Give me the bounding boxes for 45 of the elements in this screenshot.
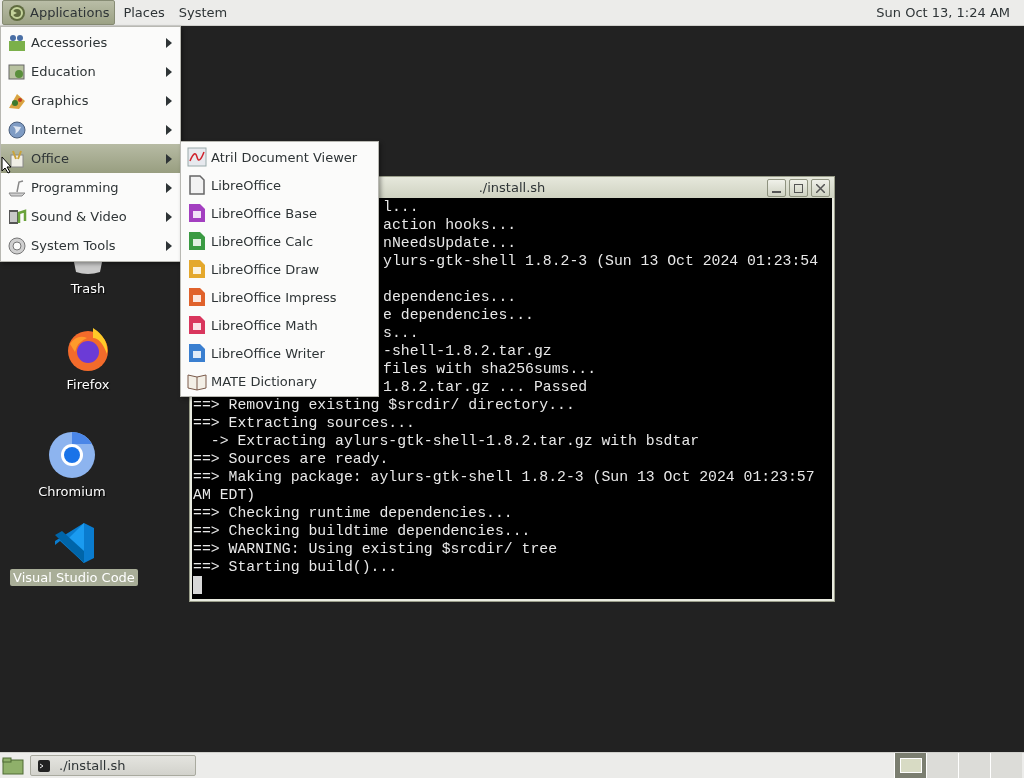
menu-item[interactable]: LibreOffice Math bbox=[181, 311, 378, 339]
menu-item[interactable]: System Tools bbox=[1, 231, 180, 260]
menu-item[interactable]: Education bbox=[1, 57, 180, 86]
terminal-line: -> Extracting aylurs-gtk-shell-1.8.2.tar.gz with bsdtar bbox=[209, 433, 700, 449]
window-title: ./install.sh bbox=[478, 180, 546, 195]
menu-item[interactable]: Sound & Video bbox=[1, 202, 180, 231]
taskbar-button[interactable]: ./install.sh bbox=[30, 755, 196, 776]
menu-item[interactable]: LibreOffice Writer bbox=[181, 339, 378, 367]
menu-item[interactable]: LibreOffice Calc bbox=[181, 227, 378, 255]
terminal-line: ==> Checking runtime dependencies... bbox=[193, 505, 513, 521]
menu-item[interactable]: LibreOffice Base bbox=[181, 199, 378, 227]
terminal-line: 1.8.2.tar.gz ... Passed bbox=[383, 379, 588, 395]
menu-item[interactable]: LibreOffice Draw bbox=[181, 255, 378, 283]
terminal-line: ==> Starting build()... bbox=[193, 559, 398, 575]
menu-item[interactable]: LibreOffice Impress bbox=[181, 283, 378, 311]
terminal-line: ==> Making package: aylurs-gtk-shell 1.8.2-3 (Sun 13 Oct 2024 01:23:57 bbox=[193, 469, 815, 485]
menu-item[interactable]: Accessories bbox=[1, 28, 180, 57]
menu-item[interactable]: MATE Dictionary bbox=[181, 367, 378, 395]
desktop-icon-label[interactable]: Firefox bbox=[63, 376, 113, 393]
terminal-line: ==> Extracting sources... bbox=[193, 415, 415, 431]
terminal-line: -shell-1.8.2.tar.gz bbox=[383, 343, 552, 359]
terminal-line: e dependencies... bbox=[383, 307, 534, 323]
menu-item[interactable]: Graphics bbox=[1, 86, 180, 115]
panel-menu[interactable]: Applications bbox=[2, 0, 116, 25]
terminal-line: ==> Sources are ready. bbox=[193, 451, 389, 467]
panel-menu[interactable]: System bbox=[172, 0, 234, 25]
terminal-line: ylurs-gtk-shell 1.8.2-3 (Sun 13 Oct 2024 01:23:54 bbox=[383, 253, 819, 269]
terminal-line: s... bbox=[383, 325, 419, 341]
menu-item[interactable]: Atril Document Viewer bbox=[181, 143, 378, 171]
terminal-line: AM EDT) bbox=[193, 487, 256, 503]
terminal-line: ==> Removing existing $srcdir/ directory... bbox=[193, 397, 575, 413]
terminal-line: action hooks... bbox=[383, 217, 517, 233]
terminal-line: nNeedsUpdate... bbox=[383, 235, 517, 251]
terminal-line: l... bbox=[383, 199, 419, 215]
terminal-line: ==> Checking buildtime dependencies... bbox=[193, 523, 531, 539]
terminal-line: dependencies... bbox=[383, 289, 517, 305]
clock[interactable]: Sun Oct 13, 1:24 AM bbox=[872, 5, 1022, 20]
menu-item[interactable]: Programming bbox=[1, 173, 180, 202]
menu-item[interactable]: Internet bbox=[1, 115, 180, 144]
terminal-line: files with sha256sums... bbox=[383, 361, 597, 377]
desktop-icon-label[interactable]: Trash bbox=[67, 280, 109, 297]
terminal-line: ==> WARNING: Using existing $srcdir/ tree bbox=[193, 541, 558, 557]
desktop-icon-label[interactable]: Chromium bbox=[35, 483, 109, 500]
panel-menu[interactable]: Places bbox=[117, 0, 171, 25]
menu-item[interactable]: Office bbox=[1, 144, 180, 173]
